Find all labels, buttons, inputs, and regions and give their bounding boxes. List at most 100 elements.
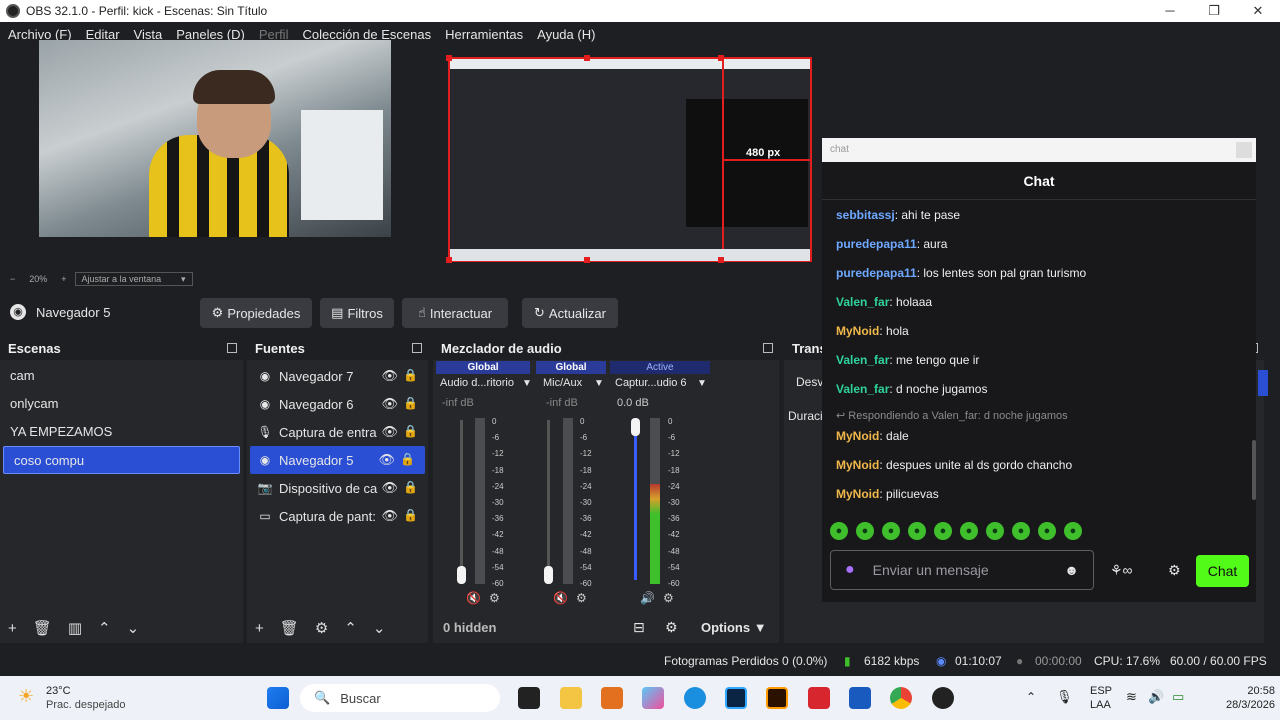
- lock-icon[interactable]: 🔒: [403, 424, 418, 438]
- interact-button[interactable]: ☝ Interactuar: [402, 298, 508, 328]
- trash-icon[interactable]: 🗑: [280, 619, 299, 637]
- scene-filters-icon[interactable]: ▥: [68, 619, 82, 637]
- fit-window-dropdown[interactable]: Ajustar a la ventana ▾: [74, 272, 193, 286]
- emoji-icon[interactable]: ☻: [1064, 562, 1079, 578]
- source-item[interactable]: 📷 Dispositivo de ca 👁 🔒: [247, 474, 428, 502]
- wifi-icon[interactable]: ≋: [1126, 689, 1137, 705]
- close-icon[interactable]: [1236, 142, 1252, 158]
- eye-icon[interactable]: 👁: [381, 508, 398, 524]
- options-button[interactable]: Options ▼: [701, 620, 767, 635]
- gear-icon[interactable]: ⚙: [315, 619, 328, 637]
- resize-handle[interactable]: [718, 257, 724, 263]
- windows-start-icon[interactable]: [267, 687, 289, 709]
- copilot-icon[interactable]: [642, 687, 664, 709]
- chat-username[interactable]: Valen_far: [836, 382, 889, 396]
- emote-icon[interactable]: ●: [960, 522, 978, 540]
- eye-icon[interactable]: 👁: [381, 368, 398, 384]
- source-item[interactable]: ◉ Navegador 7 👁 🔒: [247, 362, 428, 390]
- volume-fader[interactable]: [547, 420, 550, 580]
- scene-item[interactable]: onlycam: [0, 390, 243, 418]
- lock-icon[interactable]: 🔒: [403, 368, 418, 382]
- menu-ayuda[interactable]: Ayuda (H): [537, 27, 595, 42]
- lock-icon[interactable]: 🔒: [403, 396, 418, 410]
- muted-speaker-icon[interactable]: 🔇: [466, 591, 481, 605]
- muted-speaker-icon[interactable]: 🔇: [553, 591, 568, 605]
- chat-username[interactable]: MyNoid: [836, 458, 879, 472]
- add-source-icon[interactable]: +: [255, 620, 264, 637]
- word-icon[interactable]: [849, 687, 871, 709]
- emote-icon[interactable]: ●: [908, 522, 926, 540]
- microphone-icon[interactable]: ●: [845, 561, 855, 579]
- channel-menu-icon[interactable]: ▼: [594, 378, 604, 389]
- scene-item-selected[interactable]: coso compu: [3, 446, 240, 474]
- chevron-up-icon[interactable]: ⌃: [1026, 690, 1036, 704]
- pdf-reader-icon[interactable]: [808, 687, 830, 709]
- settings-dial-icon[interactable]: ⚙: [489, 591, 500, 605]
- clock[interactable]: 20:58 28/3/2026: [1226, 684, 1275, 712]
- screen-capture-source[interactable]: 480 px: [446, 55, 812, 263]
- chat-username[interactable]: MyNoid: [836, 429, 879, 443]
- add-scene-icon[interactable]: +: [8, 620, 17, 637]
- lock-icon[interactable]: 🔒: [400, 452, 415, 466]
- gear-icon[interactable]: ⚙: [665, 619, 678, 636]
- chat-username[interactable]: Valen_far: [836, 295, 889, 309]
- microphone-tray-icon[interactable]: 🎙: [1056, 689, 1073, 705]
- menu-herramientas[interactable]: Herramientas: [445, 27, 523, 42]
- emote-icon[interactable]: ●: [882, 522, 900, 540]
- refresh-button[interactable]: ↻ Actualizar: [522, 298, 618, 328]
- eye-icon[interactable]: 👁: [381, 396, 398, 412]
- weather-widget[interactable]: 23°C Prac. despejado: [46, 684, 126, 712]
- undock-icon[interactable]: [227, 343, 237, 353]
- chat-username[interactable]: MyNoid: [836, 487, 879, 501]
- zoom-out-button[interactable]: −: [10, 274, 15, 284]
- transition-button[interactable]: [1258, 370, 1268, 396]
- photoshop-icon[interactable]: [725, 687, 747, 709]
- settings-dial-icon[interactable]: ⚙: [663, 591, 674, 605]
- chat-username[interactable]: puredepapa11: [836, 237, 917, 251]
- arrow-down-icon[interactable]: ⌄: [373, 619, 386, 637]
- transition-select[interactable]: Desv: [796, 375, 823, 389]
- chat-username[interactable]: Valen_far: [836, 353, 889, 367]
- scene-item[interactable]: cam: [0, 362, 243, 390]
- source-item[interactable]: ▭ Captura de pant: 👁 🔒: [247, 502, 428, 530]
- webcam-feed[interactable]: [39, 40, 391, 237]
- send-chat-button[interactable]: Chat: [1196, 555, 1249, 587]
- filters-button[interactable]: ▤ Filtros: [320, 298, 394, 328]
- resize-handle[interactable]: [718, 55, 724, 61]
- emote-icon[interactable]: ●: [830, 522, 848, 540]
- lock-icon[interactable]: 🔒: [403, 508, 418, 522]
- battery-icon[interactable]: ▭: [1172, 689, 1184, 705]
- emote-icon[interactable]: ●: [856, 522, 874, 540]
- close-button[interactable]: ✕: [1236, 0, 1280, 22]
- task-view-icon[interactable]: [518, 687, 540, 709]
- fader-knob[interactable]: [631, 418, 640, 436]
- resize-handle[interactable]: [446, 257, 452, 263]
- source-item[interactable]: 🎙 Captura de entra 👁 🔒: [247, 418, 428, 446]
- channel-menu-icon[interactable]: ▼: [522, 378, 532, 389]
- minimize-button[interactable]: ─: [1148, 0, 1192, 22]
- properties-button[interactable]: ⚙ Propiedades: [200, 298, 312, 328]
- emote-icon[interactable]: ●: [1012, 522, 1030, 540]
- zoom-in-button[interactable]: +: [61, 274, 66, 284]
- channel-menu-icon[interactable]: ▼: [697, 378, 707, 389]
- undock-icon[interactable]: [412, 343, 422, 353]
- arrow-down-icon[interactable]: ⌄: [127, 619, 140, 637]
- chat-username[interactable]: sebbitassj: [836, 208, 895, 222]
- source-item-selected[interactable]: ◉ Navegador 5 👁 🔒: [250, 446, 425, 474]
- emote-icon[interactable]: ●: [1064, 522, 1082, 540]
- taskbar-search[interactable]: 🔍 Buscar: [300, 684, 500, 712]
- emote-icon[interactable]: ●: [986, 522, 1004, 540]
- eye-icon[interactable]: 👁: [381, 480, 398, 496]
- eye-icon[interactable]: 👁: [378, 452, 395, 468]
- chrome-icon[interactable]: [890, 687, 912, 709]
- chat-username[interactable]: puredepapa11: [836, 266, 917, 280]
- weather-sun-icon[interactable]: ☀: [18, 686, 34, 707]
- resize-handle[interactable]: [446, 55, 452, 61]
- eye-icon[interactable]: 👁: [381, 424, 398, 440]
- volume-fader[interactable]: [634, 420, 637, 580]
- chat-input[interactable]: ● Enviar un mensaje ☻: [830, 550, 1094, 590]
- arrow-up-icon[interactable]: ⌃: [344, 619, 357, 637]
- scene-item[interactable]: YA EMPEZAMOS: [0, 418, 243, 446]
- fader-knob[interactable]: [457, 566, 466, 584]
- volume-fader[interactable]: [460, 420, 463, 580]
